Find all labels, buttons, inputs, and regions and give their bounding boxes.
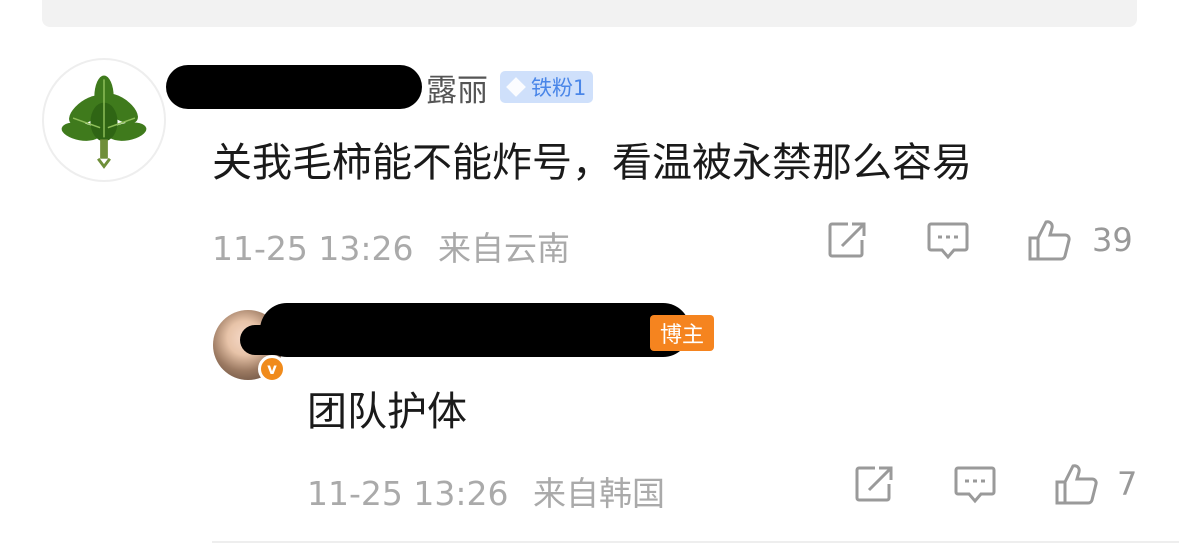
reply-share-button[interactable] [853, 464, 895, 504]
comment-text: 关我毛柿能不能炸号，看温被永禁那么容易 [212, 140, 972, 186]
reply-meta: 11-25 13:26 来自韩国 [307, 467, 665, 515]
username-visible-part[interactable]: 露丽 [426, 65, 488, 110]
commenter-avatar[interactable] [42, 58, 166, 182]
comment-reply-button[interactable] [926, 220, 970, 262]
previous-item-bar [42, 0, 1137, 27]
divider [212, 541, 1179, 543]
reply-text: 团队护体 [307, 389, 467, 435]
verified-v-icon: v [258, 355, 286, 383]
diamond-icon [506, 77, 526, 97]
reply-time: 11-25 13:26 [307, 474, 509, 513]
reply-location: 来自韩国 [532, 474, 665, 513]
comment-time: 11-25 13:26 [212, 229, 414, 268]
reply-comment-button[interactable] [953, 464, 997, 506]
like-button[interactable]: 39 [1026, 218, 1133, 262]
comment-icon [954, 466, 996, 504]
reply-like-count: 7 [1117, 465, 1138, 503]
author-badge: 博主 [650, 315, 715, 351]
redacted-username [166, 65, 422, 109]
redacted-blogger-name-part [240, 325, 440, 355]
fan-level-badge[interactable]: 铁粉1 [500, 71, 594, 103]
commenter-name-line: 露丽 铁粉1 [166, 62, 594, 112]
plant-avatar-image [61, 75, 147, 169]
thumbs-up-icon [1028, 220, 1071, 261]
share-icon [828, 222, 866, 258]
comment-location: 来自云南 [437, 229, 570, 268]
comment-meta: 11-25 13:26 来自云南 [212, 222, 570, 270]
comment-icon [927, 222, 969, 260]
reply-like-button[interactable]: 7 [1053, 462, 1137, 506]
like-count: 39 [1092, 221, 1133, 259]
share-button[interactable] [826, 220, 868, 260]
share-icon [855, 466, 893, 502]
thumbs-up-icon [1055, 464, 1098, 505]
fan-badge-label: 铁粉1 [531, 76, 587, 100]
